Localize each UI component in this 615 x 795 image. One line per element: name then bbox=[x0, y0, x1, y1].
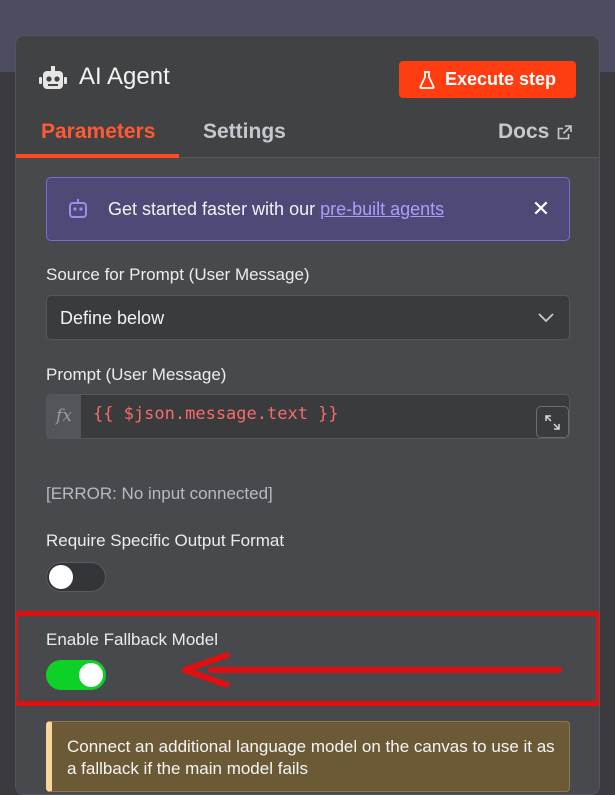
chevron-down-icon bbox=[538, 313, 554, 323]
flask-icon bbox=[419, 70, 435, 89]
prompt-input[interactable]: fx {{ $json.message.text }} bbox=[46, 394, 570, 439]
expand-editor-button[interactable] bbox=[536, 406, 569, 438]
prompt-expression: {{ $json.message.text }} bbox=[93, 404, 339, 424]
output-format-label: Require Specific Output Format bbox=[46, 531, 285, 550]
source-prompt-label: Source for Prompt (User Message) bbox=[46, 265, 310, 284]
execute-step-button[interactable]: Execute step bbox=[399, 61, 576, 98]
fallback-notice-text: Connect an additional language model on … bbox=[67, 737, 555, 778]
close-icon[interactable]: ✕ bbox=[531, 198, 551, 220]
prompt-error-message: [ERROR: No input connected] bbox=[46, 484, 273, 503]
annotation-arrow bbox=[182, 653, 562, 687]
node-panel: AI Agent Execute step Parameters Setting… bbox=[15, 35, 600, 795]
source-prompt-value: Define below bbox=[60, 308, 165, 328]
expand-icon bbox=[545, 415, 560, 430]
parameters-content: Get started faster with our pre-built ag… bbox=[16, 158, 599, 794]
execute-step-label: Execute step bbox=[444, 69, 557, 89]
fallback-model-toggle[interactable] bbox=[46, 660, 106, 690]
fx-icon: fx bbox=[47, 395, 81, 438]
robot-icon bbox=[39, 66, 67, 89]
toggle-knob bbox=[49, 565, 73, 589]
toggle-knob bbox=[79, 663, 103, 687]
prebuilt-agents-banner: Get started faster with our pre-built ag… bbox=[46, 177, 570, 241]
fallback-model-label: Enable Fallback Model bbox=[46, 630, 218, 649]
panel-header: AI Agent Execute step bbox=[16, 36, 599, 124]
tab-docs[interactable]: Docs bbox=[498, 120, 573, 144]
prebuilt-agents-link[interactable]: pre-built agents bbox=[320, 199, 444, 219]
tab-docs-label: Docs bbox=[498, 120, 550, 143]
banner-text: Get started faster with our pre-built ag… bbox=[108, 199, 444, 220]
page-title: AI Agent bbox=[79, 63, 170, 90]
output-format-toggle[interactable] bbox=[46, 562, 106, 592]
tab-parameters[interactable]: Parameters bbox=[41, 120, 155, 144]
tab-settings[interactable]: Settings bbox=[203, 120, 286, 144]
prompt-label: Prompt (User Message) bbox=[46, 365, 227, 384]
fallback-notice: Connect an additional language model on … bbox=[46, 721, 570, 792]
external-link-icon bbox=[558, 124, 573, 139]
robot-icon bbox=[69, 199, 87, 218]
banner-message: Get started faster with our bbox=[108, 199, 321, 219]
source-prompt-select[interactable]: Define below bbox=[46, 295, 570, 340]
